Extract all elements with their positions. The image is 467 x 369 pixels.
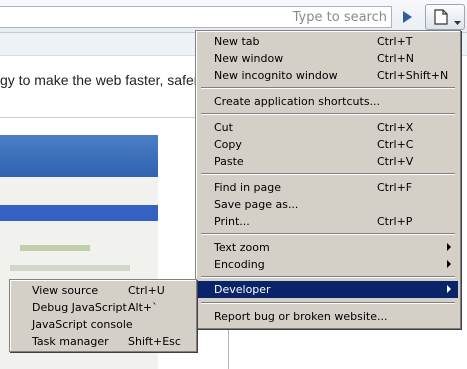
image-selected-row bbox=[0, 205, 158, 221]
submenu-arrow-icon bbox=[447, 243, 451, 251]
menu-item-paste[interactable]: Paste Ctrl+V bbox=[198, 153, 458, 170]
menu-separator bbox=[201, 113, 455, 115]
menu-item-label: Text zoom bbox=[214, 241, 270, 254]
menu-item-report-bug[interactable]: Report bug or broken website... bbox=[198, 308, 458, 325]
menu-item-label: Encoding bbox=[214, 258, 265, 271]
menu-item-label: Copy bbox=[214, 138, 242, 151]
menu-item-label: New tab bbox=[214, 35, 260, 48]
menu-item-shortcut: Ctrl+U bbox=[128, 284, 165, 297]
play-arrow-icon[interactable] bbox=[397, 7, 417, 27]
divider bbox=[0, 117, 196, 118]
menu-item-label: Find in page bbox=[214, 181, 282, 194]
menu-item-view-source[interactable]: View source Ctrl+U bbox=[12, 282, 194, 299]
menu-item-shortcut: Ctrl+N bbox=[377, 52, 415, 65]
menu-item-create-application-shortcuts[interactable]: Create application shortcuts... bbox=[198, 93, 458, 110]
menu-item-label: Report bug or broken website... bbox=[214, 310, 388, 323]
menu-separator bbox=[201, 276, 455, 278]
menu-item-shortcut: Alt+` bbox=[128, 301, 158, 314]
page-menu: New tab Ctrl+T New window Ctrl+N New inc… bbox=[195, 30, 461, 329]
menu-item-save-page-as[interactable]: Save page as... bbox=[198, 196, 458, 213]
image-header-bar bbox=[0, 135, 158, 177]
image-blur-line bbox=[10, 265, 130, 271]
submenu-arrow-icon bbox=[447, 260, 451, 268]
menu-item-label: View source bbox=[32, 284, 99, 297]
menu-separator bbox=[201, 233, 455, 235]
menu-item-label: New incognito window bbox=[214, 69, 338, 82]
menu-item-shortcut: Ctrl+T bbox=[377, 35, 413, 48]
menu-item-new-tab[interactable]: New tab Ctrl+T bbox=[198, 33, 458, 50]
developer-submenu: View source Ctrl+U Debug JavaScript Alt+… bbox=[9, 279, 197, 352]
menu-item-developer[interactable]: Developer bbox=[198, 281, 458, 298]
menu-item-debug-javascript[interactable]: Debug JavaScript Alt+` bbox=[12, 299, 194, 316]
menu-item-javascript-console[interactable]: JavaScript console bbox=[12, 316, 194, 333]
browser-toolbar: Type to search bbox=[0, 0, 467, 33]
menu-item-encoding[interactable]: Encoding bbox=[198, 256, 458, 273]
menu-separator bbox=[201, 302, 455, 304]
search-placeholder: Type to search bbox=[292, 10, 387, 25]
menu-item-shortcut: Shift+Esc bbox=[128, 335, 181, 348]
chevron-down-icon bbox=[454, 15, 461, 28]
search-input[interactable]: Type to search bbox=[0, 6, 392, 28]
menu-item-label: Cut bbox=[214, 121, 233, 134]
menu-item-label: Developer bbox=[214, 283, 271, 296]
menu-item-task-manager[interactable]: Task manager Shift+Esc bbox=[12, 333, 194, 350]
menu-item-label: Save page as... bbox=[214, 198, 299, 211]
menu-separator bbox=[201, 87, 455, 89]
menu-item-text-zoom[interactable]: Text zoom bbox=[198, 239, 458, 256]
menu-item-print[interactable]: Print... Ctrl+P bbox=[198, 213, 458, 230]
submenu-arrow-icon bbox=[447, 285, 451, 293]
menu-item-shortcut: Ctrl+F bbox=[377, 181, 413, 194]
menu-item-new-window[interactable]: New window Ctrl+N bbox=[198, 50, 458, 67]
menu-item-find-in-page[interactable]: Find in page Ctrl+F bbox=[198, 179, 458, 196]
menu-separator bbox=[201, 173, 455, 175]
menu-item-shortcut: Ctrl+X bbox=[377, 121, 414, 134]
menu-item-copy[interactable]: Copy Ctrl+C bbox=[198, 136, 458, 153]
page-menu-button[interactable] bbox=[425, 4, 465, 30]
menu-item-label: Debug JavaScript bbox=[32, 301, 127, 314]
page-icon bbox=[434, 9, 448, 28]
menu-item-label: Create application shortcuts... bbox=[214, 95, 381, 108]
menu-item-label: New window bbox=[214, 52, 284, 65]
menu-item-label: Print... bbox=[214, 215, 250, 228]
menu-item-new-incognito-window[interactable]: New incognito window Ctrl+Shift+N bbox=[198, 67, 458, 84]
menu-item-shortcut: Ctrl+P bbox=[377, 215, 413, 228]
menu-item-shortcut: Ctrl+V bbox=[377, 155, 414, 168]
menu-item-shortcut: Ctrl+Shift+N bbox=[377, 69, 449, 82]
menu-item-label: JavaScript console bbox=[32, 318, 133, 331]
menu-item-cut[interactable]: Cut Ctrl+X bbox=[198, 119, 458, 136]
page-text: gy to make the web faster, safer, a bbox=[0, 72, 214, 88]
image-blur-line bbox=[20, 245, 90, 251]
menu-item-label: Task manager bbox=[32, 335, 109, 348]
menu-item-shortcut: Ctrl+C bbox=[377, 138, 414, 151]
menu-item-label: Paste bbox=[214, 155, 244, 168]
